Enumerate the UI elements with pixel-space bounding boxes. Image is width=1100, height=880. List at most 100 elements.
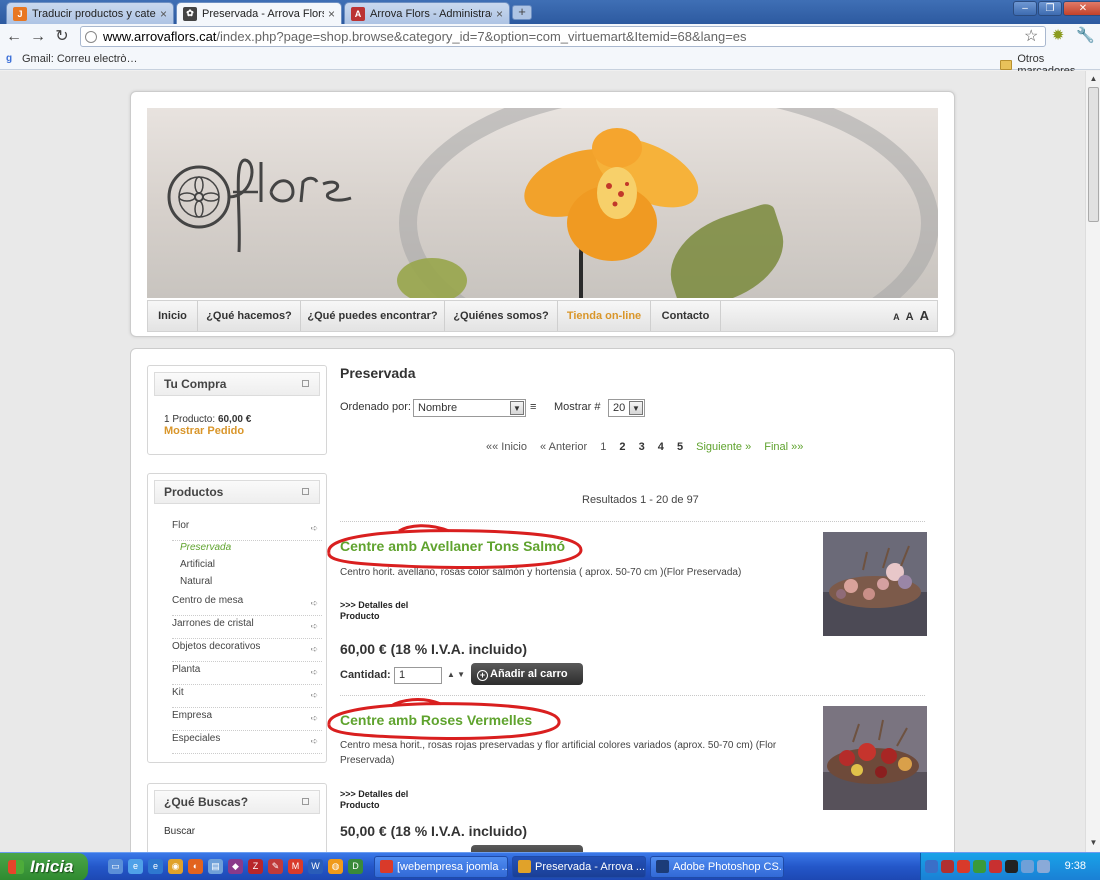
orange-app-icon[interactable]: ◍ <box>328 859 343 874</box>
font-medium-button[interactable]: A <box>906 311 914 323</box>
tool-icon[interactable]: ✎ <box>268 859 283 874</box>
address-bar[interactable]: www.arrovaflors.cat/index.php?page=shop.… <box>80 26 1046 47</box>
bookmark-gmail[interactable]: g Gmail: Correu electrò… <box>6 53 138 65</box>
sort-direction-icon[interactable]: ≡ <box>530 401 536 413</box>
font-large-button[interactable]: A <box>920 308 929 323</box>
tab-title: Traducir productos y categ… <box>32 7 156 20</box>
product-title[interactable]: Centre amb Roses Vermelles <box>340 712 532 728</box>
explorer-icon[interactable]: e <box>128 859 143 874</box>
tray-icon[interactable] <box>957 860 970 873</box>
firefox-icon[interactable]: ◐ <box>188 859 203 874</box>
category-empresa[interactable]: Empresa ➪ <box>172 708 322 731</box>
add-to-cart-button[interactable] <box>471 845 583 852</box>
scroll-thumb[interactable] <box>1088 87 1099 222</box>
notepad-icon[interactable]: ▤ <box>208 859 223 874</box>
word-icon[interactable]: W <box>308 859 323 874</box>
quantity-input[interactable]: 1 <box>394 667 442 684</box>
tab-preservada[interactable]: ✿ Preservada - Arrova Flors × <box>176 2 342 24</box>
menu-item-inicio[interactable]: Inicio <box>148 301 198 331</box>
taskbar-item-chrome[interactable]: Preservada - Arrova ... <box>512 856 646 878</box>
product-details-link[interactable]: >>> Detalles del Producto <box>340 789 430 811</box>
subcategory-natural[interactable]: Natural <box>180 576 212 587</box>
tray-icon[interactable] <box>973 860 986 873</box>
shield-icon[interactable] <box>989 860 1002 873</box>
ie-icon[interactable]: e <box>148 859 163 874</box>
product-image[interactable] <box>823 706 927 810</box>
font-small-button[interactable]: A <box>893 312 900 322</box>
category-kit[interactable]: Kit ➪ <box>172 685 322 708</box>
app-icon[interactable]: ◆ <box>228 859 243 874</box>
chrome-icon[interactable]: ◉ <box>168 859 183 874</box>
gmail-icon[interactable]: M <box>288 859 303 874</box>
wrench-icon[interactable]: 🔧 <box>1076 27 1095 45</box>
menu-item-tienda-online[interactable]: Tienda on-line <box>558 301 651 331</box>
add-to-cart-button[interactable]: + Añadir al carro <box>471 663 583 685</box>
taskbar-item-photoshop[interactable]: Adobe Photoshop CS... <box>650 856 784 878</box>
collapse-icon[interactable] <box>302 380 309 387</box>
subcategory-preservada[interactable]: Preservada <box>180 542 231 553</box>
filezilla-icon[interactable]: Z <box>248 859 263 874</box>
tab-translate[interactable]: J Traducir productos y categ… × <box>6 2 174 24</box>
pagination-first: «« Inicio <box>486 441 527 453</box>
products-module: Productos Flor ➪ Preservada Artificial N… <box>147 473 327 763</box>
pagination-page-2[interactable]: 2 <box>619 441 625 453</box>
category-label: Jarrones de cristal <box>172 618 254 629</box>
quantity-stepper[interactable]: ▲ ▼ <box>447 670 465 679</box>
product-image[interactable] <box>823 532 927 636</box>
close-icon[interactable]: × <box>496 7 503 21</box>
show-order-link[interactable]: Mostrar Pedido <box>164 425 244 437</box>
category-jarrones-de-cristal[interactable]: Jarrones de cristal ➪ <box>172 616 322 639</box>
subcategory-artificial[interactable]: Artificial <box>180 559 215 570</box>
new-tab-button[interactable]: + <box>512 5 532 20</box>
taskbar-item-gmail[interactable]: [webempresa joomla ... <box>374 856 508 878</box>
collapse-icon[interactable] <box>302 488 309 495</box>
scroll-up-arrow-icon[interactable]: ▲ <box>1087 72 1100 86</box>
tray-arrow-icon[interactable] <box>925 860 938 873</box>
content-area: Tu Compra 1 Producto: 60,00 € Mostrar Pe… <box>130 348 955 852</box>
menu-item-contacto[interactable]: Contacto <box>651 301 721 331</box>
desktop-icon[interactable]: ▭ <box>108 859 123 874</box>
search-label: Buscar <box>164 826 196 837</box>
network-icon[interactable] <box>1021 860 1034 873</box>
back-button[interactable]: ← <box>4 27 24 47</box>
tray-icon[interactable] <box>941 860 954 873</box>
sort-select[interactable]: Nombre ▼ <box>413 399 526 417</box>
category-planta[interactable]: Planta ➪ <box>172 662 322 685</box>
cart-summary: 1 Producto: 60,00 € <box>164 414 251 425</box>
close-window-button[interactable]: ✕ <box>1063 1 1100 16</box>
menu-item-que-hacemos[interactable]: ¿Qué hacemos? <box>198 301 301 331</box>
start-button[interactable]: Inicia <box>0 853 88 880</box>
category-centro-de-mesa[interactable]: Centro de mesa ➪ <box>172 593 322 616</box>
dreamweaver-icon[interactable]: D <box>348 859 363 874</box>
collapse-icon[interactable] <box>302 798 309 805</box>
divider <box>340 695 925 696</box>
tab-admin[interactable]: A Arrova Flors - Administración × <box>344 2 510 24</box>
vertical-scrollbar[interactable]: ▲ ▼ <box>1085 71 1100 852</box>
product-details-link[interactable]: >>> Detalles del Producto <box>340 600 430 622</box>
per-page-select[interactable]: 20 ▼ <box>608 399 645 417</box>
pagination-page-5[interactable]: 5 <box>677 441 683 453</box>
tray-icon[interactable] <box>1005 860 1018 873</box>
pagination-page-4[interactable]: 4 <box>658 441 664 453</box>
bookmark-star-icon[interactable]: ☆ <box>1024 26 1038 46</box>
product-title[interactable]: Centre amb Avellaner Tons Salmó <box>340 538 565 554</box>
menu-item-quienes-somos[interactable]: ¿Quiénes somos? <box>445 301 558 331</box>
category-flor[interactable]: Flor ➪ <box>172 518 322 541</box>
site-header: Inicio ¿Qué hacemos? ¿Qué puedes encontr… <box>130 91 955 337</box>
extension-icon[interactable]: ✹ <box>1049 27 1067 45</box>
volume-icon[interactable] <box>1037 860 1050 873</box>
category-especiales[interactable]: Especiales ➪ <box>172 731 322 754</box>
close-icon[interactable]: × <box>160 7 167 21</box>
maximize-button[interactable]: ❐ <box>1038 1 1062 16</box>
results-count: Resultados 1 - 20 de 97 <box>582 494 699 506</box>
forward-button[interactable]: → <box>28 27 48 47</box>
pagination-page-3[interactable]: 3 <box>639 441 645 453</box>
pagination-last[interactable]: Final »» <box>764 441 803 453</box>
menu-item-que-puedes-encontrar[interactable]: ¿Qué puedes encontrar? <box>301 301 445 331</box>
reload-button[interactable]: ↻ <box>52 27 72 47</box>
close-icon[interactable]: × <box>328 7 335 21</box>
category-objetos-decorativos[interactable]: Objetos decorativos ➪ <box>172 639 322 662</box>
minimize-button[interactable]: – <box>1013 1 1037 16</box>
scroll-down-arrow-icon[interactable]: ▼ <box>1087 836 1100 850</box>
pagination-next[interactable]: Siguiente » <box>696 441 751 453</box>
